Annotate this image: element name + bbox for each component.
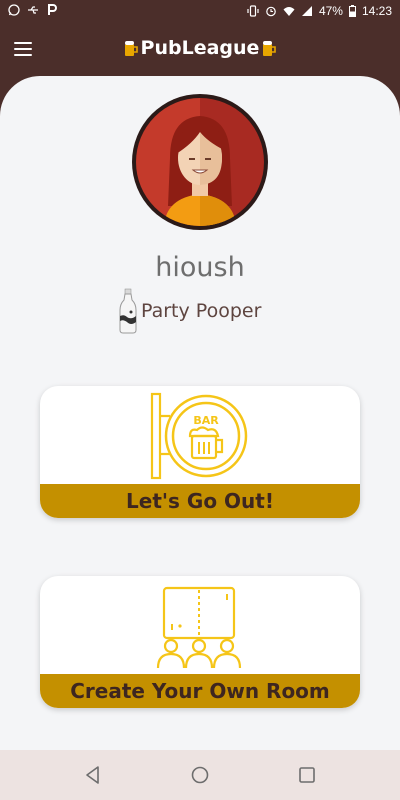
home-icon[interactable] — [189, 764, 211, 786]
main-panel: hioush Party Pooper BAR Let's Go Out! Cr… — [0, 76, 400, 750]
whatsapp-icon — [8, 4, 20, 16]
recents-icon[interactable] — [296, 764, 318, 786]
app-title-text: PubLeague — [140, 37, 260, 59]
username: hioush — [155, 252, 245, 283]
navigation-bar — [0, 750, 400, 800]
go-out-card[interactable]: BAR Let's Go Out! — [40, 386, 360, 518]
room-screen-icon — [156, 586, 242, 669]
wifi-icon — [283, 7, 295, 16]
back-icon[interactable] — [82, 764, 104, 786]
battery-icon — [348, 5, 356, 17]
beer-mug-icon — [124, 41, 138, 56]
avatar[interactable] — [132, 94, 268, 230]
bar-sign-icon: BAR — [150, 392, 248, 480]
vibrate-icon — [247, 5, 259, 17]
signal-icon — [301, 6, 312, 16]
milk-bottle-icon — [119, 288, 137, 334]
usb-icon — [28, 6, 38, 14]
battery-percent: 47% — [318, 4, 343, 18]
rank-badge: Party Pooper — [118, 288, 261, 334]
create-room-card[interactable]: Create Your Own Room — [40, 576, 360, 708]
avatar-image — [136, 98, 264, 226]
rank-label: Party Pooper — [141, 300, 262, 322]
beer-mug-icon — [263, 41, 277, 56]
app-title: PubLeague — [0, 37, 400, 59]
p-app-icon — [48, 4, 57, 15]
go-out-button-label: Let's Go Out! — [40, 484, 360, 518]
create-room-button-label: Create Your Own Room — [40, 674, 360, 708]
app-bar: PubLeague — [0, 24, 400, 76]
bar-sign-text: BAR — [193, 414, 219, 427]
status-bar: 47% 14:23 — [0, 0, 400, 24]
clock: 14:23 — [361, 4, 392, 18]
alarm-icon — [266, 6, 276, 17]
